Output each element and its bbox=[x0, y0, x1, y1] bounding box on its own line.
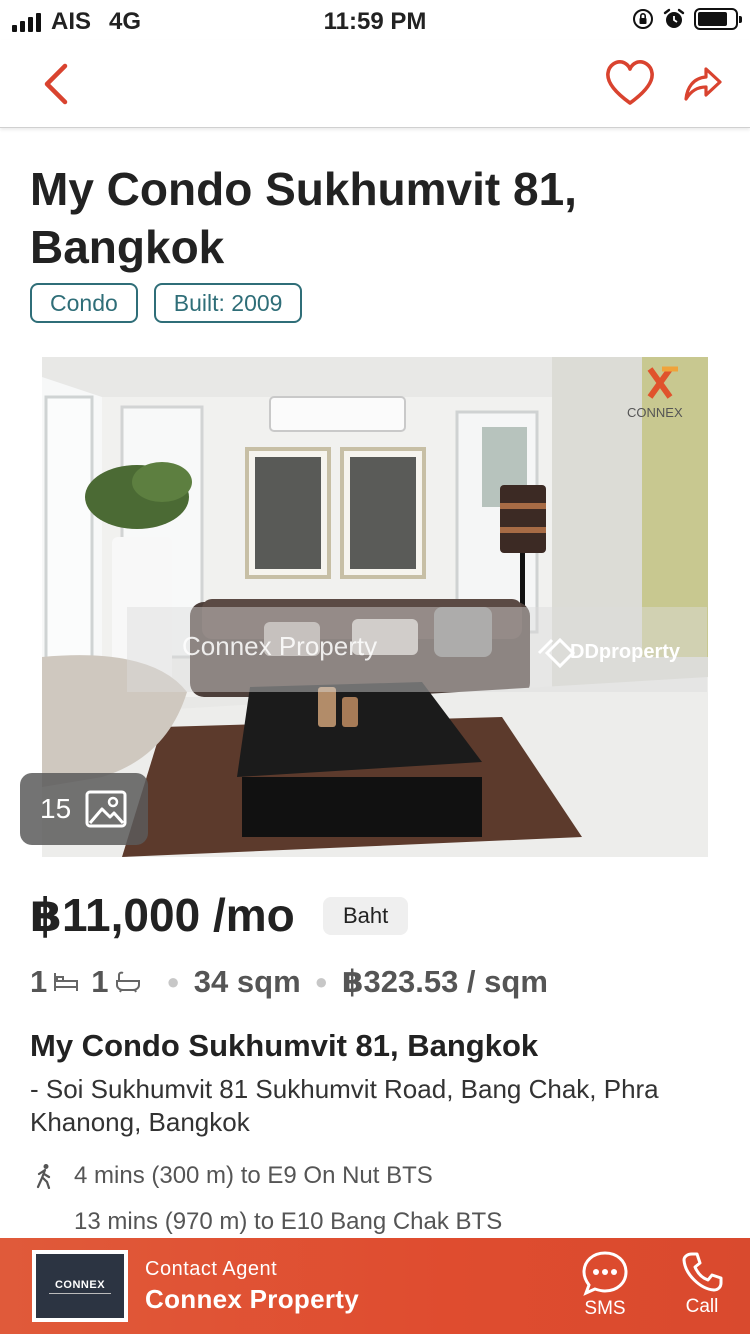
tag-property-type: Condo bbox=[30, 283, 138, 323]
currency-chip[interactable]: Baht bbox=[323, 897, 409, 935]
tag-list: Condo Built: 2009 bbox=[30, 283, 303, 323]
gallery-icon bbox=[85, 790, 127, 828]
price-per-sqm: ฿323.53 / sqm bbox=[341, 964, 548, 999]
phone-icon bbox=[682, 1252, 723, 1292]
orientation-lock-icon bbox=[633, 9, 653, 29]
watermark-connex: Connex Property bbox=[182, 631, 377, 661]
connex-watermark-text: CONNEX bbox=[627, 405, 683, 420]
bathtub-icon bbox=[115, 971, 140, 993]
walking-icon bbox=[36, 1164, 51, 1189]
bedroom-count: 1 bbox=[30, 964, 48, 999]
specs-row: 1 1 ● 34 sqm ● ฿323.53 / sqm bbox=[30, 964, 548, 999]
share-arrow-icon[interactable] bbox=[682, 64, 724, 104]
transit-item: 13 mins (970 m) to E10 Bang Chak BTS bbox=[74, 1208, 502, 1236]
listing-title: My Condo Sukhumvit 81, Bangkok bbox=[30, 163, 577, 273]
status-bar: AIS 4G 11:59 PM bbox=[0, 0, 750, 40]
agent-logo-text: CONNEX bbox=[54, 1278, 106, 1291]
tag-built-year: Built: 2009 bbox=[153, 283, 303, 323]
price: ฿11,000 /mo bbox=[30, 889, 295, 941]
address: - Soi Sukhumvit 81 Sukhumvit Road, Bang … bbox=[30, 1074, 659, 1137]
sms-button[interactable]: SMS bbox=[570, 1250, 640, 1320]
bathroom-count: 1 bbox=[91, 964, 109, 999]
back-chevron-icon[interactable] bbox=[36, 62, 80, 106]
call-button[interactable]: Call bbox=[667, 1250, 737, 1318]
area: 34 sqm bbox=[193, 964, 301, 999]
sms-label: SMS bbox=[584, 1298, 626, 1319]
agent-logo: CONNEX bbox=[32, 1250, 128, 1322]
contact-caption: Contact Agent bbox=[145, 1258, 278, 1280]
call-label: Call bbox=[685, 1296, 719, 1317]
transit-text: 4 mins (300 m) to E9 On Nut BTS bbox=[74, 1162, 433, 1189]
alarm-icon bbox=[663, 8, 685, 28]
top-nav-bar bbox=[0, 40, 750, 128]
photo-count: 15 bbox=[40, 793, 72, 824]
photo-count-badge[interactable]: 15 bbox=[20, 773, 148, 845]
chat-bubble-icon bbox=[582, 1251, 628, 1296]
bed-icon bbox=[54, 973, 79, 991]
transit-text: 13 mins (970 m) to E10 Bang Chak BTS bbox=[74, 1208, 503, 1235]
heart-icon[interactable] bbox=[604, 58, 656, 108]
agent-name[interactable]: Connex Property bbox=[145, 1284, 359, 1315]
project-name: My Condo Sukhumvit 81, Bangkok bbox=[30, 1028, 539, 1063]
battery-icon bbox=[694, 8, 742, 30]
status-right bbox=[632, 7, 742, 31]
watermark-ddproperty: DDproperty bbox=[570, 641, 681, 663]
transit-item: 4 mins (300 m) to E9 On Nut BTS bbox=[34, 1162, 433, 1190]
